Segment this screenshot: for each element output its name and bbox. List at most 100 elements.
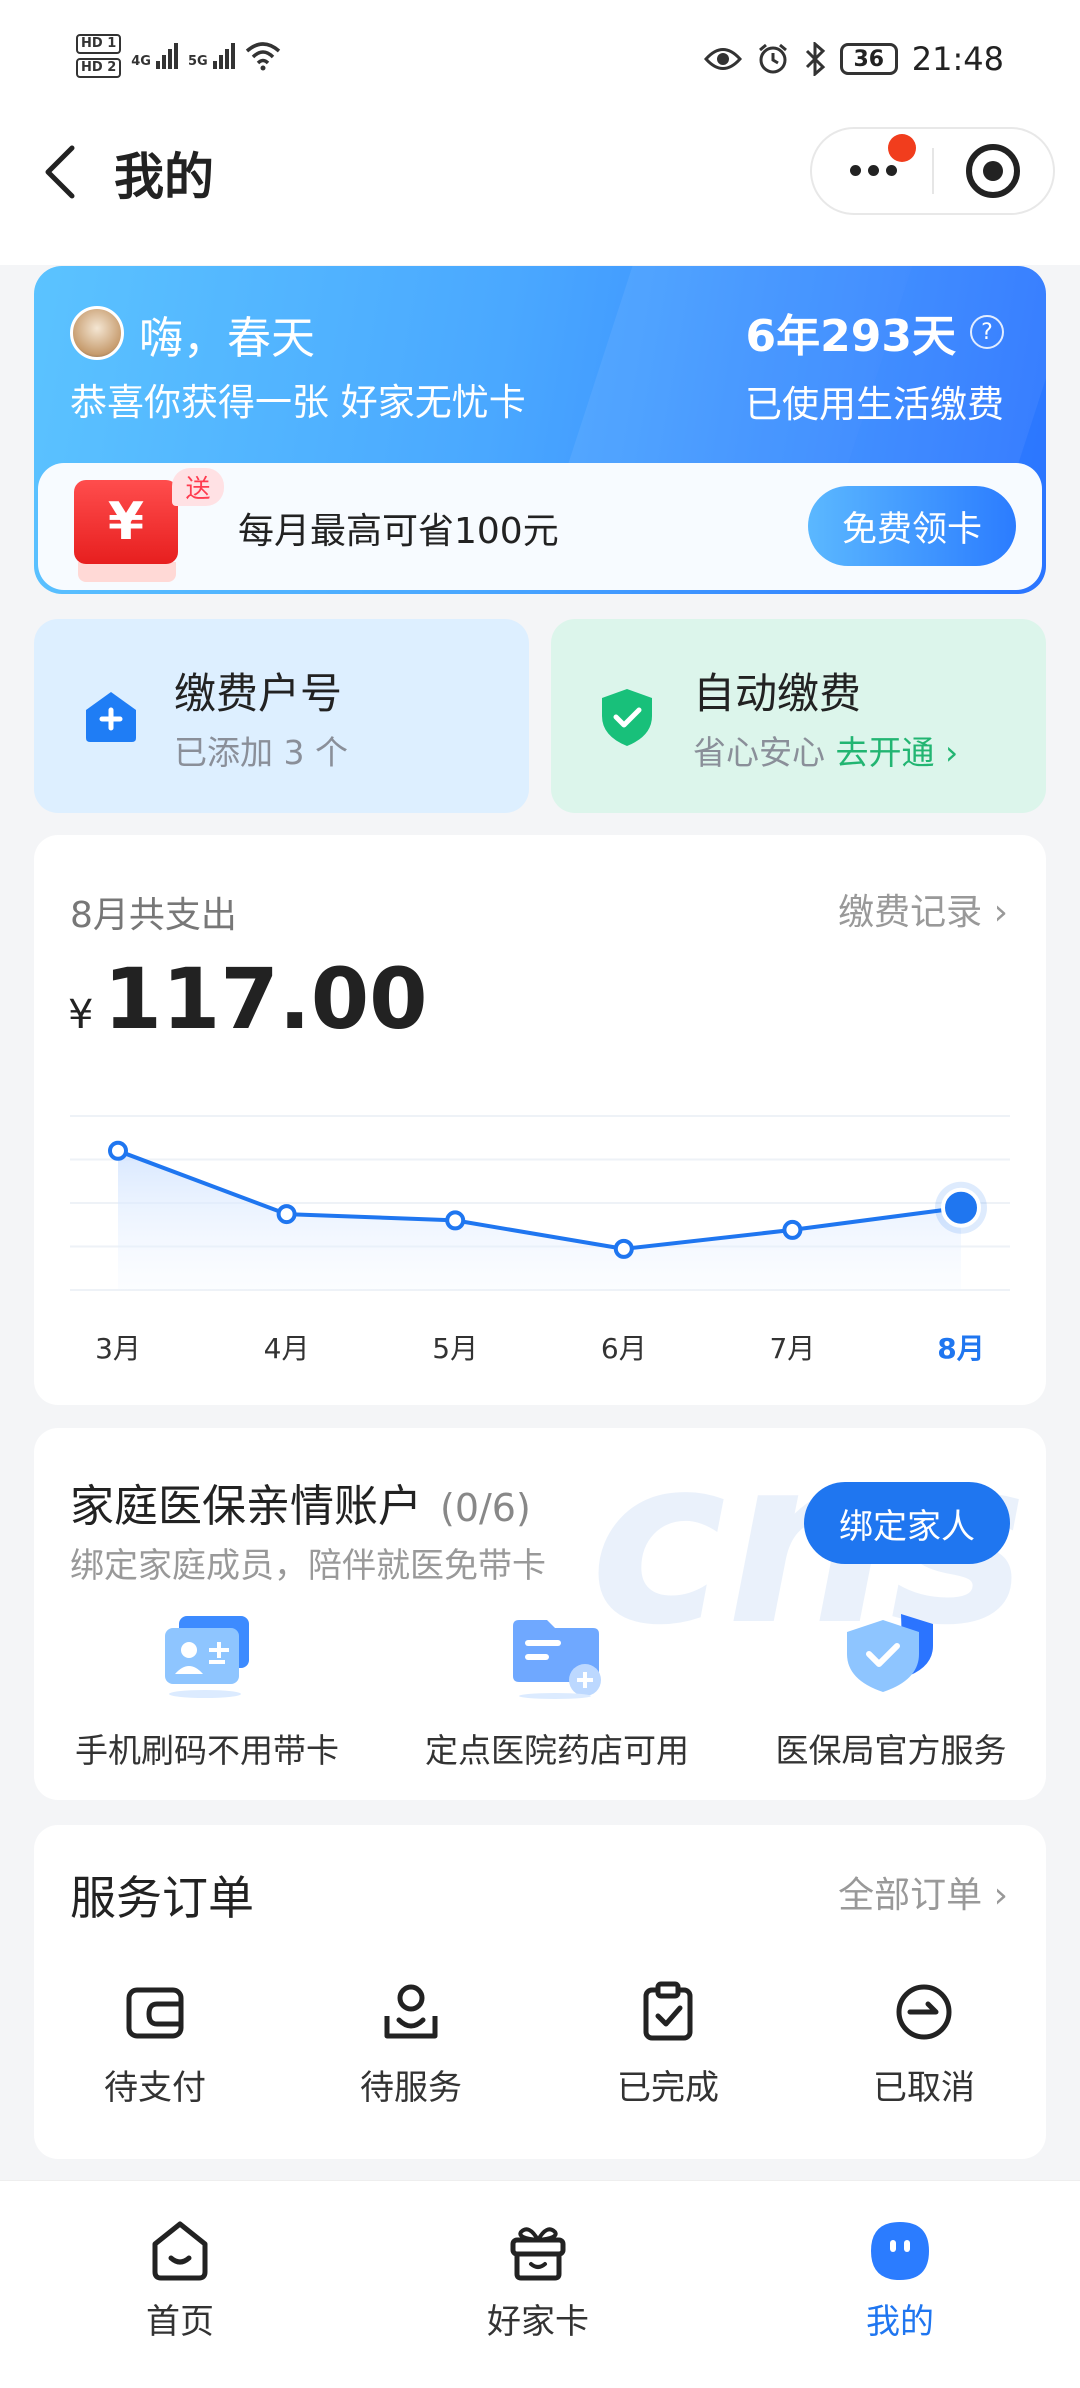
auto-pay-title: 自动缴费 [693,669,862,718]
order-cancelled[interactable]: 已取消 [814,1980,1034,2109]
payment-records-label: 缴费记录 [838,892,983,933]
id-card-icon [165,1616,249,1698]
feature-scan-code[interactable]: 手机刷码不用带卡 [42,1610,372,1772]
chart-x-tick-label: 7月 [769,1332,815,1365]
chart-point [445,1210,466,1231]
amount-value: 117.00 [103,950,428,1048]
feature-official[interactable]: 医保局官方服务 [726,1610,1056,1772]
more-menu-icon[interactable] [850,165,897,176]
wifi-icon [245,42,280,71]
order-completed[interactable]: 已完成 [558,1980,778,2109]
cancel-circle-icon [896,1984,952,2040]
promo-text: 每月最高可省100元 [238,511,559,552]
nav-profile[interactable]: 我的 [800,2218,1000,2343]
back-arrow-icon[interactable] [38,142,84,202]
feature-label: 定点医院药店可用 [425,1731,689,1770]
help-icon[interactable]: ? [970,315,1004,349]
notification-dot [888,134,916,162]
spend-label: 8月共支出 [70,895,237,936]
capsule-divider [932,148,934,194]
gift-icon [510,2227,566,2281]
net2-label: 5G [187,54,208,69]
medical-count: (0/6) [440,1486,531,1530]
all-orders-link[interactable]: 全部订单 › [838,1866,1008,1918]
chart-x-tick-label: 6月 [601,1332,647,1365]
order-label: 已取消 [873,2068,975,2108]
chart-x-tick-label: 8月 [937,1332,984,1365]
chevron-right-icon: › [993,1875,1008,1916]
shield-check-icon [602,689,652,746]
account-card-sub: 已添加 3 个 [174,733,348,772]
user-service-icon [384,1984,438,2039]
feature-hospital[interactable]: 定点医院药店可用 [392,1610,722,1772]
chart-point [613,1238,634,1259]
claim-card-button[interactable]: 免费领卡 [808,486,1016,566]
medical-title-text: 家庭医保亲情账户 [70,1481,422,1532]
alarm-icon [758,43,787,74]
hd1-badge: HD 1 [76,34,122,54]
chart-point [276,1204,297,1225]
greeting-text: 嗨，春天 [139,313,315,364]
payment-records-link[interactable]: 缴费记录 › [838,883,1008,935]
chart-point-active [941,1187,981,1228]
spend-amount: ¥ 117.00 [68,950,428,1048]
open-auto-pay-link[interactable]: 去开通 › [836,733,959,772]
chart-point [108,1140,128,1161]
currency-symbol: ¥ [68,992,94,1038]
nav-home[interactable]: 首页 [80,2218,280,2343]
red-envelope-icon: ¥ [74,480,178,564]
yen-card-shadow [78,562,176,582]
page-title: 我的 [114,148,214,206]
chart-x-tick-label: 3月 [95,1332,141,1365]
signal-4g-icon: 4G [131,43,178,69]
signal-5g-icon: 5G [188,43,235,69]
folder-plus-icon [513,1620,601,1699]
wallet-icon [126,1987,184,2039]
congrats-text: 恭喜你获得一张 好家无忧卡 [70,381,526,424]
status-right: 36 21:48 [703,40,1004,78]
house-plus-icon [86,692,136,742]
shield-check-icon [847,1614,933,1692]
profile-icon [871,2222,929,2280]
medical-title: 家庭医保亲情账户 (0/6) [70,1470,531,1534]
feature-label: 医保局官方服务 [775,1731,1007,1770]
clock: 21:48 [911,40,1004,78]
order-label: 待服务 [360,2068,462,2108]
gift-tag: 送 [172,468,224,506]
order-label: 待支付 [104,2068,206,2108]
avatar[interactable] [70,306,124,360]
chart-x-tick-label: 4月 [264,1332,310,1365]
order-label: 已完成 [617,2068,719,2108]
battery-indicator: 36 [839,43,898,75]
nav-label: 我的 [866,2302,934,2342]
nav-label: 好家卡 [487,2302,589,2342]
order-pending-payment[interactable]: 待支付 [45,1980,265,2109]
bluetooth-icon [805,42,825,76]
nav-card[interactable]: 好家卡 [438,2218,638,2343]
chart-x-tick-label: 5月 [432,1332,478,1365]
bind-family-button[interactable]: 绑定家人 [804,1482,1010,1564]
status-left: HD 1 HD 2 4G 5G [76,34,281,78]
account-card-title: 缴费户号 [174,669,343,718]
chart-area [118,1150,961,1290]
usage-duration-value: 6年293天 [745,311,956,362]
nav-label: 首页 [146,2302,214,2342]
open-auto-pay-label: 去开通 [835,733,935,772]
spend-line-chart: 3月 4月 5月 6月 7月 8月 [70,1115,1010,1365]
auto-pay-sub-text: 省心安心 [693,733,836,772]
hd2-badge: HD 2 [76,58,122,78]
chevron-right-icon: › [993,892,1008,933]
net1-label: 4G [131,54,151,69]
all-orders-label: 全部订单 [838,1875,983,1916]
close-target-icon[interactable] [966,144,1020,198]
clipboard-check-icon [643,1981,693,2041]
auto-pay-sub: 省心安心 去开通 › [693,726,958,774]
home-icon [152,2221,208,2281]
order-pending-service[interactable]: 待服务 [301,1980,521,2109]
orders-title: 服务订单 [70,1871,254,1925]
sim-indicator: HD 1 HD 2 [76,34,122,78]
chart-point [782,1219,803,1240]
usage-duration-label: 已使用生活缴费 [745,383,1004,426]
eye-icon [703,48,742,70]
usage-duration: 6年293天 ? [746,300,1004,364]
